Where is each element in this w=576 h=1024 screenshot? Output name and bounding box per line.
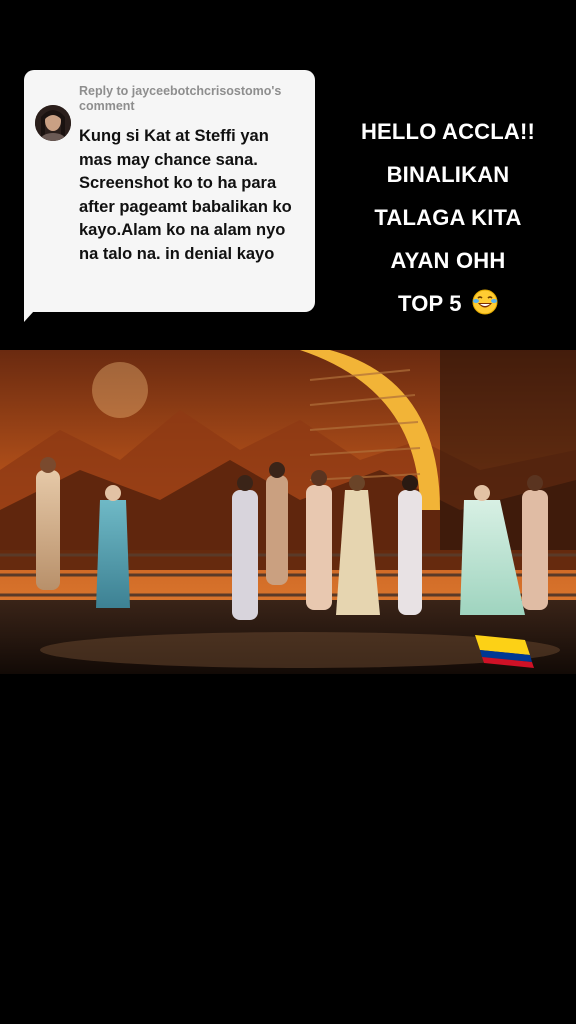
caption-line-2: BINALIKAN — [386, 162, 510, 187]
avatar-image — [35, 105, 71, 141]
laughing-crying-face-icon — [472, 286, 498, 315]
reply-card-tail — [24, 300, 44, 322]
caption-line-4: AYAN OHH — [390, 248, 506, 273]
pageant-stage-scene — [0, 350, 576, 674]
commenter-avatar[interactable] — [35, 105, 71, 141]
caption-overlay: HELLO ACCLA!! BINALIKAN TALAGA KITA AYAN… — [320, 110, 576, 325]
contestant-figure — [96, 485, 130, 608]
caption-line-1: HELLO ACCLA!! — [360, 119, 536, 144]
contestant-figure — [398, 475, 422, 615]
caption-line-5: TOP 5 — [320, 282, 576, 325]
comment-text: Kung si Kat at Steffi yan mas may chance… — [79, 127, 292, 263]
reply-header[interactable]: Reply to jayceebotchcrisostomo's comment — [79, 84, 309, 114]
contestant-figure — [306, 470, 332, 610]
caption-line-5-text: TOP 5 — [397, 291, 462, 316]
contestant-figure — [522, 475, 548, 610]
video-player[interactable] — [0, 350, 576, 674]
caption-line-3: TALAGA KITA — [374, 205, 522, 230]
contestant-figure — [232, 475, 258, 620]
contestant-figure — [36, 457, 60, 590]
contestant-figure — [266, 462, 288, 585]
